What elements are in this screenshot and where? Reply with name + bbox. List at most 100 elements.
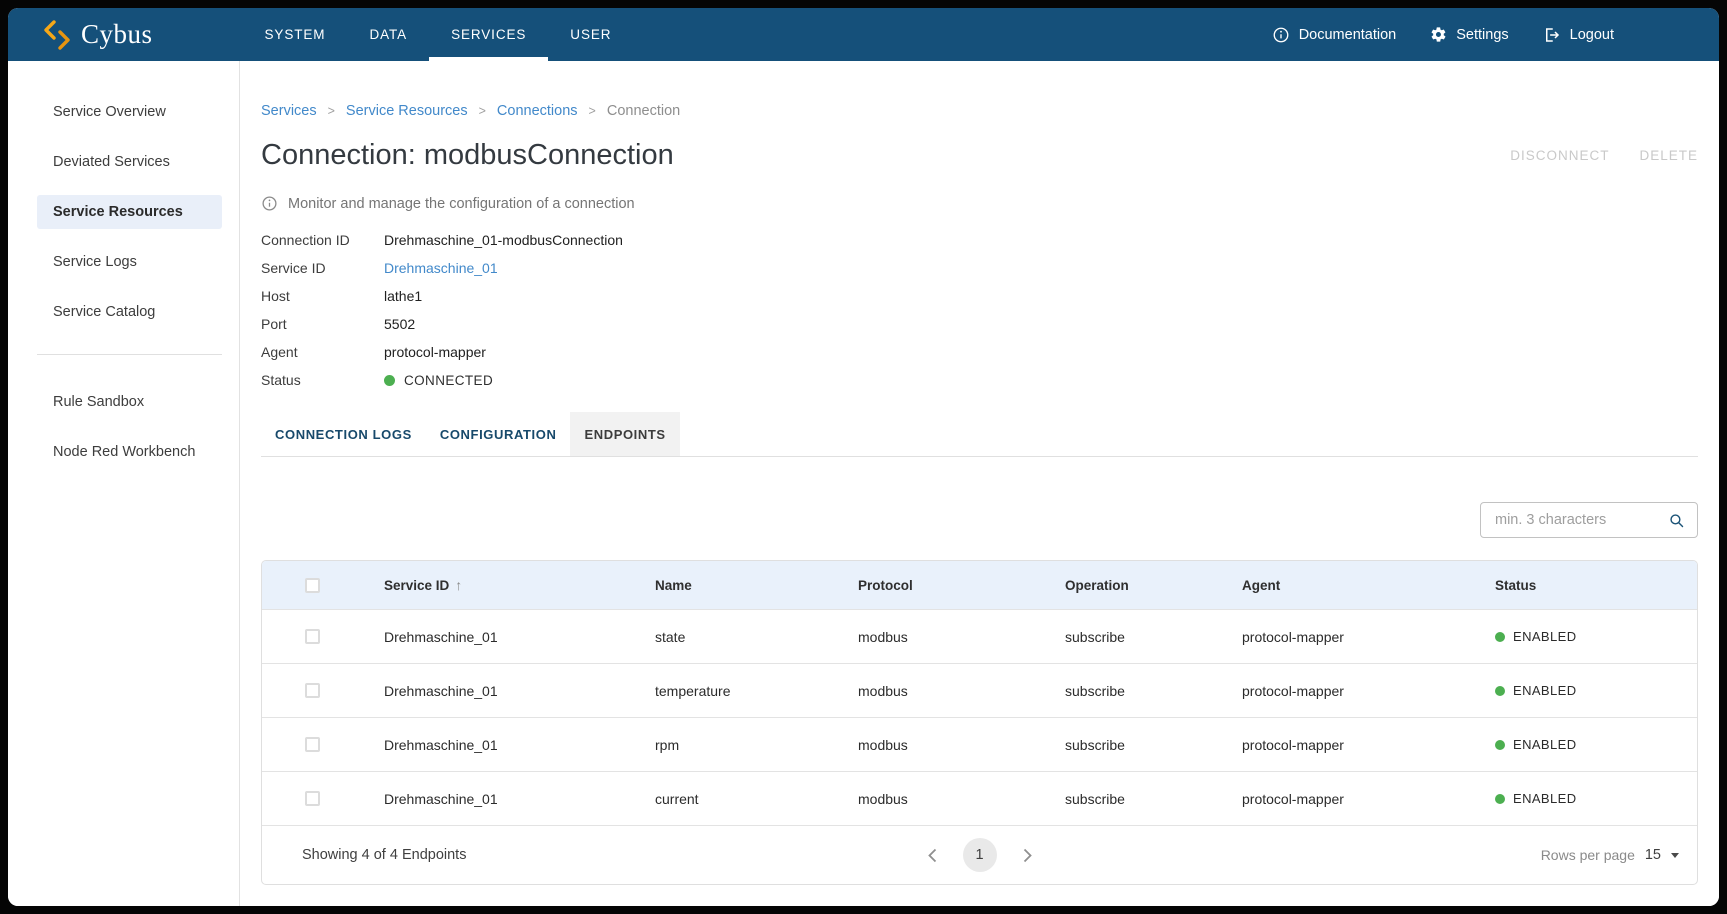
rows-per-page-select[interactable]: Rows per page 15 bbox=[1541, 847, 1697, 863]
connection-details: Connection ID Drehmaschine_01-modbusConn… bbox=[261, 226, 1698, 394]
search-icon[interactable] bbox=[1668, 512, 1685, 529]
disconnect-button[interactable]: DISCONNECT bbox=[1510, 148, 1609, 163]
cybus-brand-icon bbox=[44, 20, 70, 50]
top-navbar: Cybus SYSTEM DATA SERVICES USER Document… bbox=[8, 8, 1719, 61]
tab-endpoints[interactable]: ENDPOINTS bbox=[570, 412, 679, 456]
detail-label: Service ID bbox=[261, 260, 384, 276]
tab-configuration[interactable]: CONFIGURATION bbox=[426, 412, 571, 456]
sidebar-item-node-red-workbench[interactable]: Node Red Workbench bbox=[37, 435, 222, 469]
name-cell: state bbox=[609, 629, 812, 645]
service-id-cell: Drehmaschine_01 bbox=[338, 629, 609, 645]
sidebar-item-service-logs[interactable]: Service Logs bbox=[37, 245, 222, 279]
content-tabs: CONNECTION LOGS CONFIGURATION ENDPOINTS bbox=[261, 412, 1698, 457]
breadcrumb-services[interactable]: Services bbox=[261, 103, 317, 119]
detail-label: Agent bbox=[261, 344, 384, 360]
column-service-id[interactable]: Service ID↑ bbox=[338, 577, 609, 593]
row-checkbox[interactable] bbox=[305, 629, 320, 644]
protocol-cell: modbus bbox=[812, 791, 1019, 807]
agent-value: protocol-mapper bbox=[384, 344, 486, 360]
table-row-temperature[interactable]: Drehmaschine_01 temperature modbus subsc… bbox=[262, 663, 1697, 717]
connection-id-value: Drehmaschine_01-modbusConnection bbox=[384, 232, 623, 248]
page-actions: DISCONNECT DELETE bbox=[1510, 148, 1698, 163]
detail-label: Port bbox=[261, 316, 384, 332]
app-window: Cybus SYSTEM DATA SERVICES USER Document… bbox=[8, 8, 1719, 906]
column-agent[interactable]: Agent bbox=[1196, 578, 1449, 593]
status-dot-green bbox=[384, 375, 395, 386]
detail-label: Host bbox=[261, 288, 384, 304]
tab-connection-logs[interactable]: CONNECTION LOGS bbox=[261, 412, 426, 456]
status-cell: ENABLED bbox=[1449, 629, 1697, 644]
main-content: Services > Service Resources > Connectio… bbox=[240, 61, 1719, 906]
operation-cell: subscribe bbox=[1019, 629, 1196, 645]
service-id-link[interactable]: Drehmaschine_01 bbox=[384, 260, 498, 276]
table-row-current[interactable]: Drehmaschine_01 current modbus subscribe… bbox=[262, 771, 1697, 825]
results-summary: Showing 4 of 4 Endpoints bbox=[262, 847, 466, 863]
nav-tab-services[interactable]: SERVICES bbox=[429, 8, 548, 61]
endpoints-table: Service ID↑ Name Protocol Operation Agen… bbox=[261, 560, 1698, 885]
column-name[interactable]: Name bbox=[609, 578, 812, 593]
pagination: 1 bbox=[926, 838, 1034, 872]
breadcrumb-separator: > bbox=[328, 104, 335, 118]
delete-button[interactable]: DELETE bbox=[1639, 148, 1698, 163]
protocol-cell: modbus bbox=[812, 683, 1019, 699]
agent-cell: protocol-mapper bbox=[1196, 791, 1449, 807]
next-page-button[interactable] bbox=[1021, 846, 1034, 865]
gear-icon bbox=[1430, 26, 1447, 43]
name-cell: temperature bbox=[609, 683, 812, 699]
protocol-cell: modbus bbox=[812, 629, 1019, 645]
documentation-button[interactable]: Documentation bbox=[1272, 26, 1397, 44]
status-cell: ENABLED bbox=[1449, 683, 1697, 698]
sidebar: Service Overview Deviated Services Servi… bbox=[8, 61, 240, 906]
column-status[interactable]: Status bbox=[1449, 578, 1697, 593]
logout-button[interactable]: Logout bbox=[1543, 26, 1614, 44]
service-id-cell: Drehmaschine_01 bbox=[338, 737, 609, 753]
protocol-cell: modbus bbox=[812, 737, 1019, 753]
nav-tab-system[interactable]: SYSTEM bbox=[243, 8, 348, 61]
table-header-row: Service ID↑ Name Protocol Operation Agen… bbox=[262, 561, 1697, 609]
settings-button[interactable]: Settings bbox=[1430, 26, 1508, 43]
select-all-checkbox[interactable] bbox=[305, 578, 320, 593]
cybus-logo[interactable]: Cybus bbox=[44, 8, 153, 61]
row-checkbox[interactable] bbox=[305, 683, 320, 698]
rows-per-page-value: 15 bbox=[1645, 847, 1661, 863]
nav-tab-user[interactable]: USER bbox=[548, 8, 633, 61]
sidebar-item-service-resources[interactable]: Service Resources bbox=[37, 195, 222, 229]
row-checkbox[interactable] bbox=[305, 791, 320, 806]
status-cell: ENABLED bbox=[1449, 791, 1697, 806]
agent-cell: protocol-mapper bbox=[1196, 629, 1449, 645]
agent-cell: protocol-mapper bbox=[1196, 683, 1449, 699]
status-text: CONNECTED bbox=[404, 373, 493, 388]
port-value: 5502 bbox=[384, 316, 415, 332]
info-icon bbox=[1272, 26, 1290, 44]
table-row-state[interactable]: Drehmaschine_01 state modbus subscribe p… bbox=[262, 609, 1697, 663]
breadcrumb-service-resources[interactable]: Service Resources bbox=[346, 103, 468, 119]
search-input[interactable] bbox=[1493, 511, 1668, 529]
column-protocol[interactable]: Protocol bbox=[812, 578, 1019, 593]
page-subtitle: Monitor and manage the configuration of … bbox=[261, 195, 1698, 212]
page-title: Connection: modbusConnection bbox=[261, 137, 674, 173]
main-navigation: SYSTEM DATA SERVICES USER bbox=[243, 8, 634, 61]
breadcrumb-connection: Connection bbox=[607, 103, 680, 119]
endpoint-search bbox=[1480, 502, 1698, 538]
page-1-button[interactable]: 1 bbox=[963, 838, 997, 872]
documentation-label: Documentation bbox=[1299, 27, 1397, 43]
nav-tab-data[interactable]: DATA bbox=[347, 8, 429, 61]
previous-page-button[interactable] bbox=[926, 846, 939, 865]
info-icon bbox=[261, 195, 278, 212]
detail-row-service-id: Service ID Drehmaschine_01 bbox=[261, 254, 1698, 282]
settings-label: Settings bbox=[1456, 27, 1508, 43]
sidebar-item-service-catalog[interactable]: Service Catalog bbox=[37, 295, 222, 329]
detail-row-port: Port 5502 bbox=[261, 310, 1698, 338]
detail-label: Status bbox=[261, 372, 384, 388]
row-checkbox[interactable] bbox=[305, 737, 320, 752]
sort-ascending-icon[interactable]: ↑ bbox=[455, 577, 462, 593]
sidebar-item-rule-sandbox[interactable]: Rule Sandbox bbox=[37, 385, 222, 419]
brand-name: Cybus bbox=[81, 19, 153, 50]
breadcrumb-connections[interactable]: Connections bbox=[497, 103, 578, 119]
host-value: lathe1 bbox=[384, 288, 422, 304]
sidebar-item-service-overview[interactable]: Service Overview bbox=[37, 95, 222, 129]
agent-cell: protocol-mapper bbox=[1196, 737, 1449, 753]
table-row-rpm[interactable]: Drehmaschine_01 rpm modbus subscribe pro… bbox=[262, 717, 1697, 771]
column-operation[interactable]: Operation bbox=[1019, 578, 1196, 593]
sidebar-item-deviated-services[interactable]: Deviated Services bbox=[37, 145, 222, 179]
